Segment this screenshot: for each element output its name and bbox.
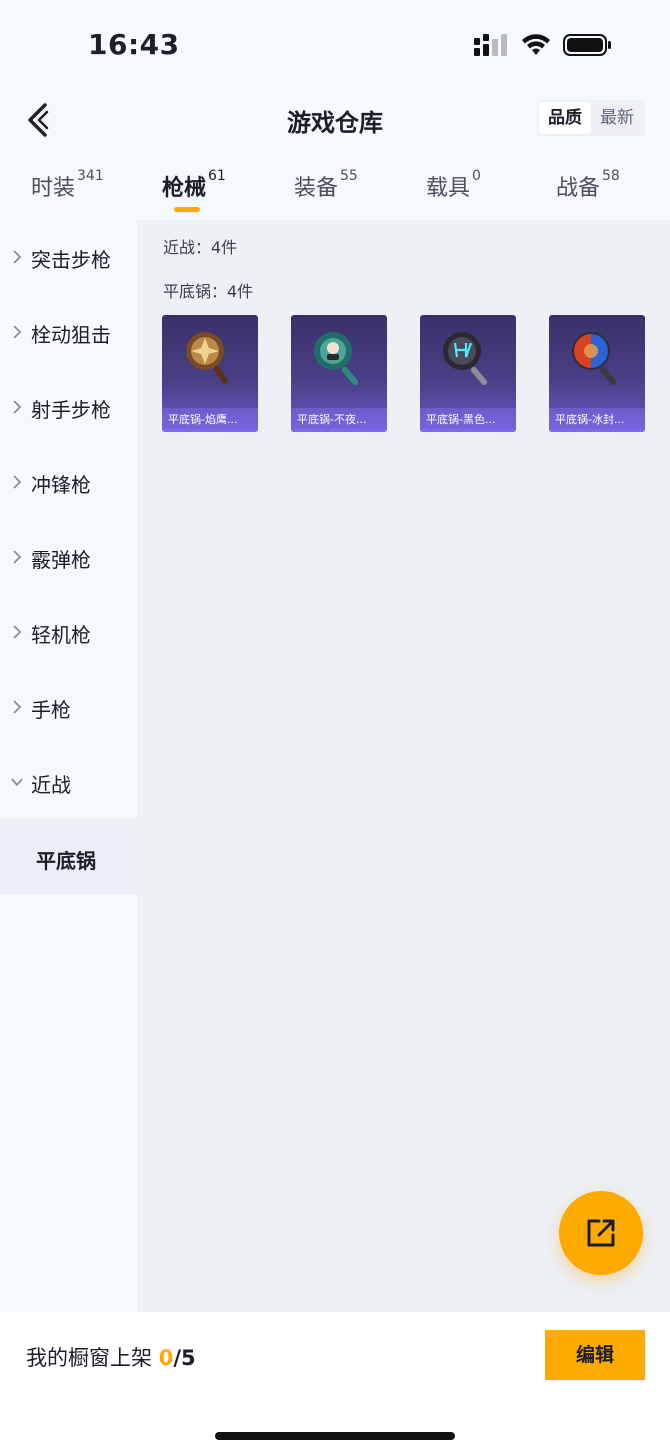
rarity-strip (291, 429, 387, 432)
tab-label: 装备 (294, 176, 339, 201)
tab-firearms[interactable]: 枪械 61 (162, 168, 226, 218)
sidebar-item-shotgun[interactable]: 霰弹枪 (0, 520, 137, 595)
sidebar-item-label: 手枪 (31, 698, 71, 722)
item-card[interactable]: 平底锅-黑色... (420, 315, 516, 432)
chevron-down-icon (11, 778, 23, 787)
frying-pan-fire-ice-icon (572, 332, 617, 386)
tab-label: 时装 (31, 176, 76, 201)
sidebar-item-smg[interactable]: 冲锋枪 (0, 445, 137, 520)
wifi-icon (522, 34, 550, 55)
chevron-right-icon (13, 400, 22, 414)
rarity-strip (549, 429, 645, 432)
battery-icon (563, 34, 611, 56)
category-tabs: 时装 341 枪械 61 装备 55 载具 0 战备 58 (0, 160, 670, 220)
sidebar-item-lmg[interactable]: 轻机枪 (0, 595, 137, 670)
nav-bar: 游戏仓库 品质 最新 (0, 90, 670, 150)
chevron-right-icon (13, 625, 22, 639)
sidebar-item-label: 近战 (31, 773, 71, 797)
chevron-right-icon (13, 250, 22, 264)
sort-by-newest[interactable]: 最新 (591, 102, 643, 134)
sidebar-item-assault-rifle[interactable]: 突击步枪 (0, 220, 137, 295)
external-link-icon (587, 1219, 615, 1247)
rarity-strip (162, 429, 258, 432)
frying-pan-neon-icon (443, 332, 488, 386)
footer-bar: 我的橱窗上架 0/5 编辑 (0, 1312, 670, 1452)
home-indicator (215, 1432, 455, 1440)
chevron-right-icon (13, 700, 22, 714)
tab-count: 55 (340, 168, 358, 184)
tab-vehicles[interactable]: 载具 0 (426, 168, 481, 218)
shelf-count: 0 (158, 1346, 174, 1370)
sort-by-quality[interactable]: 品质 (539, 102, 591, 134)
tab-label: 战备 (556, 176, 601, 201)
chevron-right-icon (13, 475, 22, 489)
sidebar-subitem-label: 平底锅 (36, 849, 96, 873)
frying-pan-gold-icon (186, 332, 229, 384)
frying-pan-teal-icon (314, 332, 359, 386)
tab-count: 61 (208, 168, 226, 184)
sidebar-item-melee[interactable]: 近战 (0, 745, 137, 820)
sidebar-item-bolt-action-sniper[interactable]: 栓动狙击 (0, 295, 137, 370)
tab-label: 枪械 (162, 176, 207, 201)
chevron-right-icon (13, 325, 22, 339)
active-tab-indicator (174, 207, 200, 212)
tab-battle-gear[interactable]: 战备 58 (556, 168, 620, 218)
sort-toggle: 品质 最新 (537, 100, 645, 136)
tab-count: 0 (472, 168, 481, 184)
sidebar-item-label: 冲锋枪 (31, 473, 91, 497)
status-bar: 16:43 (0, 0, 670, 90)
tab-fashion[interactable]: 时装 341 (31, 168, 104, 218)
item-grid-panel: 近战：4件 平底锅：4件 平底锅-焰鹰... 平底锅-不夜... 平底锅-黑色.… (137, 220, 670, 1312)
shelf-label: 我的橱窗上架 (26, 1346, 152, 1370)
status-time: 16:43 (88, 28, 180, 61)
sidebar-item-label: 栓动狙击 (31, 323, 111, 347)
rarity-strip (420, 429, 516, 432)
sidebar-item-marksman-rifle[interactable]: 射手步枪 (0, 370, 137, 445)
cellular-signal-icon (474, 34, 507, 56)
showcase-shelf-status: 我的橱窗上架 0/5 (26, 1342, 196, 1372)
weapon-type-sidebar: 突击步枪 栓动狙击 射手步枪 冲锋枪 霰弹枪 轻机枪 手枪 近战 平底锅 (0, 220, 137, 1312)
edit-button[interactable]: 编辑 (545, 1330, 645, 1380)
tab-count: 58 (602, 168, 620, 184)
sidebar-subitem-frying-pan[interactable]: 平底锅 (0, 819, 137, 894)
tab-equipment[interactable]: 装备 55 (294, 168, 358, 218)
subcategory-summary: 平底锅：4件 (163, 282, 254, 301)
item-card[interactable]: 平底锅-冰封... (549, 315, 645, 432)
category-summary: 近战：4件 (163, 238, 238, 257)
shelf-total: /5 (173, 1346, 196, 1370)
item-card[interactable]: 平底锅-不夜... (291, 315, 387, 432)
tab-count: 341 (77, 168, 104, 184)
share-floating-button[interactable] (559, 1191, 643, 1275)
sidebar-item-label: 霰弹枪 (31, 548, 91, 572)
sidebar-item-label: 射手步枪 (31, 398, 111, 422)
tab-label: 载具 (426, 176, 471, 201)
sidebar-item-pistol[interactable]: 手枪 (0, 670, 137, 745)
sidebar-item-label: 突击步枪 (31, 248, 111, 272)
chevron-right-icon (13, 550, 22, 564)
sidebar-item-label: 轻机枪 (31, 623, 91, 647)
item-card[interactable]: 平底锅-焰鹰... (162, 315, 258, 432)
